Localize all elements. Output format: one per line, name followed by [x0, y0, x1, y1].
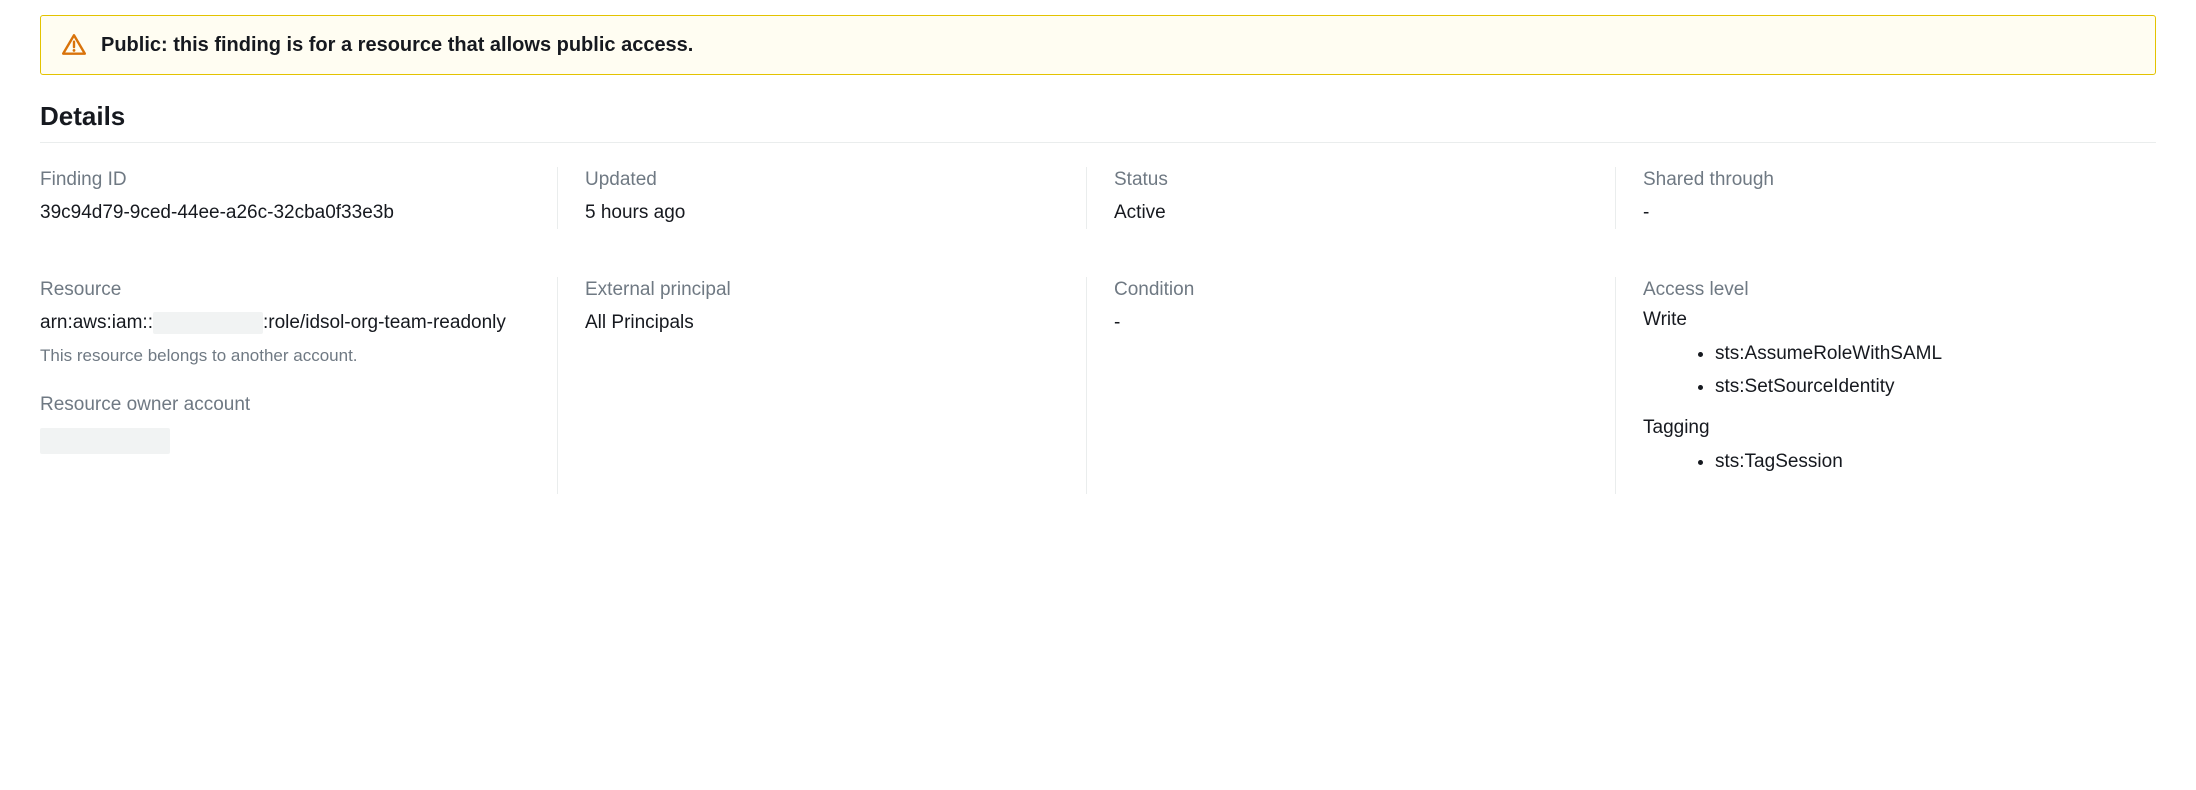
field-updated: Updated 5 hours ago — [569, 163, 1098, 233]
status-value: Active — [1114, 199, 1603, 227]
field-resource: Resource arn:aws:iam:::role/idsol-org-te… — [40, 273, 569, 499]
external-principal-label: External principal — [585, 279, 1074, 301]
resource-note: This resource belongs to another account… — [40, 346, 545, 366]
resource-value: arn:aws:iam:::role/idsol-org-team-readon… — [40, 309, 545, 337]
list-item: sts:TagSession — [1715, 445, 2132, 478]
resource-arn-prefix: arn:aws:iam:: — [40, 312, 153, 333]
field-external-principal: External principal All Principals — [569, 273, 1098, 499]
updated-label: Updated — [585, 169, 1074, 191]
access-level-tagging-list: sts:TagSession — [1643, 445, 2132, 478]
warning-icon — [61, 32, 87, 58]
field-status: Status Active — [1098, 163, 1627, 233]
external-principal-value: All Principals — [585, 309, 1074, 337]
condition-label: Condition — [1114, 279, 1603, 301]
access-level-label: Access level — [1643, 279, 2132, 301]
shared-through-value: - — [1643, 199, 2132, 227]
updated-value: 5 hours ago — [585, 199, 1074, 227]
alert-text: Public: this finding is for a resource t… — [101, 34, 693, 57]
redacted-owner-account — [40, 428, 170, 454]
resource-arn-suffix: :role/idsol-org-team-readonly — [263, 312, 506, 333]
list-item: sts:AssumeRoleWithSAML — [1715, 337, 2132, 370]
resource-owner-account-label: Resource owner account — [40, 394, 545, 416]
section-title-details: Details — [40, 101, 2156, 142]
details-row-1: Finding ID 39c94d79-9ced-44ee-a26c-32cba… — [40, 163, 2156, 233]
access-level-write-label: Write — [1643, 309, 2132, 331]
field-finding-id: Finding ID 39c94d79-9ced-44ee-a26c-32cba… — [40, 163, 569, 233]
details-row-2: Resource arn:aws:iam:::role/idsol-org-te… — [40, 273, 2156, 499]
public-access-alert: Public: this finding is for a resource t… — [40, 15, 2156, 75]
finding-id-label: Finding ID — [40, 169, 545, 191]
shared-through-label: Shared through — [1643, 169, 2132, 191]
condition-value: - — [1114, 309, 1603, 337]
divider — [40, 142, 2156, 143]
status-label: Status — [1114, 169, 1603, 191]
resource-owner-account-value — [40, 424, 545, 454]
resource-label: Resource — [40, 279, 545, 301]
field-condition: Condition - — [1098, 273, 1627, 499]
finding-id-value: 39c94d79-9ced-44ee-a26c-32cba0f33e3b — [40, 199, 545, 227]
access-level-write-list: sts:AssumeRoleWithSAML sts:SetSourceIden… — [1643, 337, 2132, 404]
access-level-tagging-label: Tagging — [1643, 417, 2132, 439]
field-shared-through: Shared through - — [1627, 163, 2156, 233]
redacted-account-id — [153, 312, 263, 334]
field-access-level: Access level Write sts:AssumeRoleWithSAM… — [1627, 273, 2156, 499]
list-item: sts:SetSourceIdentity — [1715, 370, 2132, 403]
